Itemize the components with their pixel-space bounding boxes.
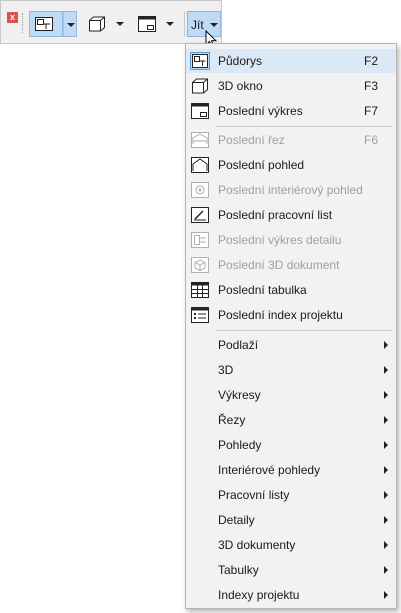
layout-icon (138, 16, 156, 32)
submenu-arrow-icon (384, 391, 388, 399)
menu-item-label: Pohledy (218, 438, 262, 452)
go-to-label: Jít (191, 18, 204, 32)
submenu-arrow-icon (384, 566, 388, 574)
menu-item-label: Poslední tabulka (218, 283, 307, 297)
chevron-down-icon (210, 23, 218, 27)
menu-item-floor-plan[interactable]: Půdorys F2 (186, 49, 396, 73)
3d-window-dropdown[interactable] (113, 11, 127, 37)
floor-plan-icon (35, 17, 53, 31)
menu-item-label: Podlaží (218, 338, 259, 352)
menu-item-label: Pracovní listy (218, 488, 290, 502)
elevation-icon (191, 157, 209, 173)
menu-item-last-project-index[interactable]: Poslední index projektu (186, 303, 396, 327)
menu-item-project-indexes[interactable]: Indexy projektu (186, 583, 396, 607)
submenu-arrow-icon (384, 366, 388, 374)
menu-item-3d-window[interactable]: 3D okno F3 (186, 74, 396, 98)
menu-item-label: Řezy (218, 413, 246, 427)
menu-item-last-interior-elevation: Poslední interiérový pohled (186, 178, 396, 202)
menu-item-schedules[interactable]: Tabulky (186, 558, 396, 582)
menu-item-label: 3D dokumenty (218, 538, 296, 552)
menu-item-details[interactable]: Detaily (186, 508, 396, 532)
close-x-icon[interactable]: x (7, 12, 18, 23)
detail-icon (191, 232, 209, 248)
menu-item-last-section: Poslední řez F6 (186, 128, 396, 152)
toolbar-separator (184, 11, 185, 37)
submenu-arrow-icon (384, 491, 388, 499)
menu-item-last-3d-document: Poslední 3D dokument (186, 253, 396, 277)
menu-item-sections[interactable]: Řezy (186, 408, 396, 432)
layout-dropdown[interactable] (163, 11, 177, 37)
interior-elevation-icon (191, 182, 209, 198)
menu-item-label: Poslední pracovní list (218, 208, 333, 222)
layout-button[interactable] (133, 11, 159, 37)
menu-item-shortcut: F6 (363, 133, 378, 147)
section-icon (191, 132, 209, 148)
menu-item-layouts[interactable]: Výkresy (186, 383, 396, 407)
menu-item-last-detail: Poslední výkres detailu (186, 228, 396, 252)
menu-item-3d-documents[interactable]: 3D dokumenty (186, 533, 396, 557)
3d-window-button[interactable] (83, 11, 109, 37)
layout-icon (191, 103, 209, 119)
menu-item-label: Poslední 3D dokument (218, 258, 340, 272)
menu-item-label: Tabulky (218, 563, 259, 577)
navigator-toolbar: x Jít (0, 0, 222, 44)
menu-item-label: 3D okno (218, 79, 263, 93)
3d-window-icon (89, 16, 105, 32)
menu-item-label: Indexy projektu (218, 588, 300, 602)
menu-item-last-elevation[interactable]: Poslední pohled (186, 153, 396, 177)
submenu-arrow-icon (384, 441, 388, 449)
worksheet-icon (191, 207, 209, 223)
3d-window-icon (192, 78, 208, 94)
menu-item-label: Poslední výkres (218, 104, 303, 118)
schedule-icon (191, 282, 209, 298)
submenu-arrow-icon (384, 466, 388, 474)
menu-item-label: Poslední interiérový pohled (218, 183, 363, 197)
menu-item-label: Půdorys (218, 54, 263, 68)
menu-separator (216, 126, 392, 127)
menu-item-last-schedule[interactable]: Poslední tabulka (186, 278, 396, 302)
menu-item-label: Poslední výkres detailu (218, 233, 342, 247)
menu-item-last-worksheet[interactable]: Poslední pracovní list (186, 203, 396, 227)
menu-item-label: 3D (218, 363, 234, 377)
submenu-arrow-icon (384, 341, 388, 349)
menu-item-label: Detaily (218, 513, 255, 527)
menu-item-label: Interiérové pohledy (218, 463, 321, 477)
floor-plan-dropdown[interactable] (63, 11, 77, 37)
go-to-menu: Půdorys F2 3D okno F3 Poslední výkres F7… (185, 43, 397, 609)
menu-item-label: Poslední pohled (218, 158, 305, 172)
menu-item-interior-elevations[interactable]: Interiérové pohledy (186, 458, 396, 482)
submenu-arrow-icon (384, 541, 388, 549)
toolbar-grip[interactable] (22, 13, 25, 33)
menu-item-label: Výkresy (218, 388, 261, 402)
menu-item-shortcut: F7 (363, 104, 378, 118)
menu-item-worksheets[interactable]: Pracovní listy (186, 483, 396, 507)
submenu-arrow-icon (384, 416, 388, 424)
menu-item-shortcut: F3 (363, 79, 378, 93)
menu-item-label: Poslední řez (218, 133, 285, 147)
submenu-arrow-icon (384, 591, 388, 599)
floor-plan-icon (190, 52, 210, 70)
submenu-arrow-icon (384, 516, 388, 524)
floor-plan-button[interactable] (29, 11, 63, 37)
menu-item-stories[interactable]: Podlaží (186, 333, 396, 357)
menu-item-label: Poslední index projektu (218, 308, 343, 322)
project-index-icon (191, 307, 209, 323)
3d-document-icon (191, 257, 209, 273)
menu-item-elevations[interactable]: Pohledy (186, 433, 396, 457)
menu-item-last-layout[interactable]: Poslední výkres F7 (186, 99, 396, 123)
menu-separator (216, 330, 392, 331)
menu-item-shortcut: F2 (363, 54, 378, 68)
menu-item-3d[interactable]: 3D (186, 358, 396, 382)
